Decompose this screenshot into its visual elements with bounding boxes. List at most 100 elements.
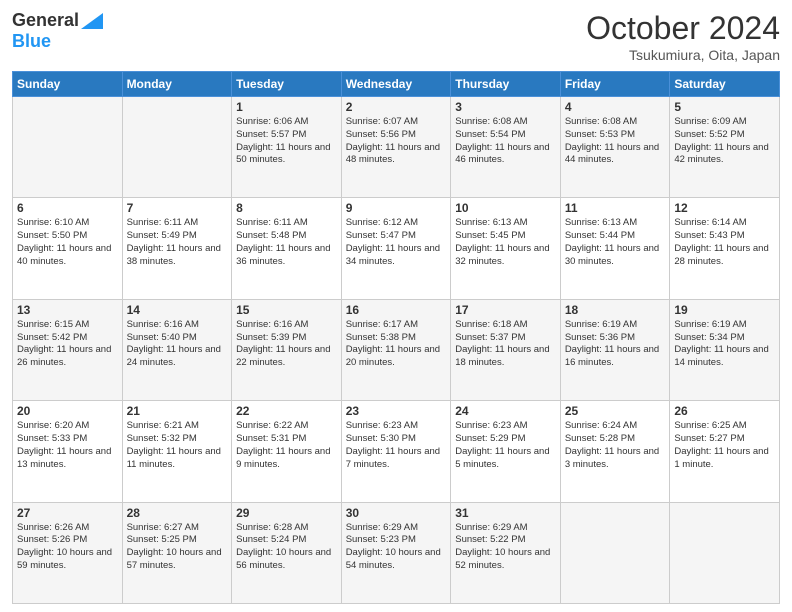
- week-row-3: 13Sunrise: 6:15 AM Sunset: 5:42 PM Dayli…: [13, 299, 780, 400]
- cell-info: Sunrise: 6:08 AM Sunset: 5:53 PM Dayligh…: [565, 116, 666, 167]
- month-title: October 2024: [586, 10, 780, 47]
- table-cell: 25 Sunrise: 6:24 AM Sunset: 5:28 PM Dayli…: [560, 401, 670, 502]
- day-number: 22: [236, 404, 337, 418]
- day-number: 17: [455, 303, 556, 317]
- logo-blue: Blue: [12, 31, 51, 51]
- cell-info: Sunrise: 6:26 AM Sunset: 5:26 PM Dayligh…: [17, 522, 118, 573]
- day-number: 24: [455, 404, 556, 418]
- cell-info: Sunrise: 6:23 AM Sunset: 5:30 PM Dayligh…: [346, 420, 447, 471]
- cell-info: Sunrise: 6:29 AM Sunset: 5:23 PM Dayligh…: [346, 522, 447, 573]
- cell-info: Sunrise: 6:29 AM Sunset: 5:22 PM Dayligh…: [455, 522, 556, 573]
- col-monday: Monday: [122, 72, 232, 97]
- table-cell: 5 Sunrise: 6:09 AM Sunset: 5:52 PM Daylig…: [670, 97, 780, 198]
- table-cell: 7 Sunrise: 6:11 AM Sunset: 5:49 PM Daylig…: [122, 198, 232, 299]
- cell-info: Sunrise: 6:20 AM Sunset: 5:33 PM Dayligh…: [17, 420, 118, 471]
- table-cell: [13, 97, 123, 198]
- week-row-2: 6Sunrise: 6:10 AM Sunset: 5:50 PM Daylig…: [13, 198, 780, 299]
- logo-general: General: [12, 10, 79, 31]
- table-cell: 11 Sunrise: 6:13 AM Sunset: 5:44 PM Dayli…: [560, 198, 670, 299]
- day-number: 8: [236, 201, 337, 215]
- table-cell: 6Sunrise: 6:10 AM Sunset: 5:50 PM Daylig…: [13, 198, 123, 299]
- table-cell: [560, 502, 670, 603]
- cell-info: Sunrise: 6:13 AM Sunset: 5:44 PM Dayligh…: [565, 217, 666, 268]
- table-cell: 15 Sunrise: 6:16 AM Sunset: 5:39 PM Dayli…: [232, 299, 342, 400]
- day-number: 21: [127, 404, 228, 418]
- day-number: 18: [565, 303, 666, 317]
- cell-info: Sunrise: 6:19 AM Sunset: 5:36 PM Dayligh…: [565, 319, 666, 370]
- cell-info: Sunrise: 6:24 AM Sunset: 5:28 PM Dayligh…: [565, 420, 666, 471]
- table-cell: 17 Sunrise: 6:18 AM Sunset: 5:37 PM Dayli…: [451, 299, 561, 400]
- cell-info: Sunrise: 6:09 AM Sunset: 5:52 PM Dayligh…: [674, 116, 775, 167]
- day-number: 12: [674, 201, 775, 215]
- day-number: 5: [674, 100, 775, 114]
- day-number: 1: [236, 100, 337, 114]
- table-cell: 12 Sunrise: 6:14 AM Sunset: 5:43 PM Dayli…: [670, 198, 780, 299]
- cell-info: Sunrise: 6:11 AM Sunset: 5:49 PM Dayligh…: [127, 217, 228, 268]
- table-cell: 2 Sunrise: 6:07 AM Sunset: 5:56 PM Daylig…: [341, 97, 451, 198]
- week-row-4: 20 Sunrise: 6:20 AM Sunset: 5:33 PM Dayli…: [13, 401, 780, 502]
- day-number: 20: [17, 404, 118, 418]
- cell-info: Sunrise: 6:15 AM Sunset: 5:42 PM Dayligh…: [17, 319, 118, 370]
- day-number: 25: [565, 404, 666, 418]
- cell-info: Sunrise: 6:08 AM Sunset: 5:54 PM Dayligh…: [455, 116, 556, 167]
- day-number: 23: [346, 404, 447, 418]
- day-number: 26: [674, 404, 775, 418]
- col-saturday: Saturday: [670, 72, 780, 97]
- cell-info: Sunrise: 6:16 AM Sunset: 5:40 PM Dayligh…: [127, 319, 228, 370]
- cell-info: Sunrise: 6:06 AM Sunset: 5:57 PM Dayligh…: [236, 116, 337, 167]
- cell-info: Sunrise: 6:14 AM Sunset: 5:43 PM Dayligh…: [674, 217, 775, 268]
- table-cell: 10Sunrise: 6:13 AM Sunset: 5:45 PM Dayli…: [451, 198, 561, 299]
- table-cell: [670, 502, 780, 603]
- cell-info: Sunrise: 6:11 AM Sunset: 5:48 PM Dayligh…: [236, 217, 337, 268]
- table-cell: 9Sunrise: 6:12 AM Sunset: 5:47 PM Daylig…: [341, 198, 451, 299]
- col-friday: Friday: [560, 72, 670, 97]
- logo-line2: Blue: [12, 31, 51, 52]
- table-cell: 29Sunrise: 6:28 AM Sunset: 5:24 PM Dayli…: [232, 502, 342, 603]
- day-number: 2: [346, 100, 447, 114]
- col-wednesday: Wednesday: [341, 72, 451, 97]
- day-number: 31: [455, 506, 556, 520]
- cell-info: Sunrise: 6:18 AM Sunset: 5:37 PM Dayligh…: [455, 319, 556, 370]
- cell-info: Sunrise: 6:28 AM Sunset: 5:24 PM Dayligh…: [236, 522, 337, 573]
- cell-info: Sunrise: 6:19 AM Sunset: 5:34 PM Dayligh…: [674, 319, 775, 370]
- logo-line1: General: [12, 10, 103, 31]
- logo: General Blue: [12, 10, 103, 52]
- table-cell: 28 Sunrise: 6:27 AM Sunset: 5:25 PM Dayli…: [122, 502, 232, 603]
- day-number: 14: [127, 303, 228, 317]
- day-number: 3: [455, 100, 556, 114]
- day-number: 27: [17, 506, 118, 520]
- col-thursday: Thursday: [451, 72, 561, 97]
- page-container: General Blue October 2024 Tsukumiura, Oi…: [0, 0, 792, 612]
- location: Tsukumiura, Oita, Japan: [586, 47, 780, 63]
- cell-info: Sunrise: 6:07 AM Sunset: 5:56 PM Dayligh…: [346, 116, 447, 167]
- cell-info: Sunrise: 6:21 AM Sunset: 5:32 PM Dayligh…: [127, 420, 228, 471]
- table-cell: 18 Sunrise: 6:19 AM Sunset: 5:36 PM Dayli…: [560, 299, 670, 400]
- cell-info: Sunrise: 6:13 AM Sunset: 5:45 PM Dayligh…: [455, 217, 556, 268]
- table-cell: [122, 97, 232, 198]
- title-block: October 2024 Tsukumiura, Oita, Japan: [586, 10, 780, 63]
- day-number: 6: [17, 201, 118, 215]
- day-number: 11: [565, 201, 666, 215]
- col-tuesday: Tuesday: [232, 72, 342, 97]
- table-cell: 8 Sunrise: 6:11 AM Sunset: 5:48 PM Daylig…: [232, 198, 342, 299]
- day-number: 16: [346, 303, 447, 317]
- table-cell: 26Sunrise: 6:25 AM Sunset: 5:27 PM Dayli…: [670, 401, 780, 502]
- logo-icon: [81, 13, 103, 29]
- day-number: 15: [236, 303, 337, 317]
- table-cell: 20 Sunrise: 6:20 AM Sunset: 5:33 PM Dayli…: [13, 401, 123, 502]
- table-cell: 27 Sunrise: 6:26 AM Sunset: 5:26 PM Dayli…: [13, 502, 123, 603]
- cell-info: Sunrise: 6:17 AM Sunset: 5:38 PM Dayligh…: [346, 319, 447, 370]
- table-cell: 30Sunrise: 6:29 AM Sunset: 5:23 PM Dayli…: [341, 502, 451, 603]
- day-number: 7: [127, 201, 228, 215]
- table-cell: 16 Sunrise: 6:17 AM Sunset: 5:38 PM Dayli…: [341, 299, 451, 400]
- day-number: 19: [674, 303, 775, 317]
- cell-info: Sunrise: 6:27 AM Sunset: 5:25 PM Dayligh…: [127, 522, 228, 573]
- table-cell: 14 Sunrise: 6:16 AM Sunset: 5:40 PM Dayli…: [122, 299, 232, 400]
- cell-info: Sunrise: 6:16 AM Sunset: 5:39 PM Dayligh…: [236, 319, 337, 370]
- table-cell: 19 Sunrise: 6:19 AM Sunset: 5:34 PM Dayli…: [670, 299, 780, 400]
- week-row-5: 27 Sunrise: 6:26 AM Sunset: 5:26 PM Dayli…: [13, 502, 780, 603]
- day-number: 28: [127, 506, 228, 520]
- table-cell: 1 Sunrise: 6:06 AM Sunset: 5:57 PM Daylig…: [232, 97, 342, 198]
- table-cell: 31 Sunrise: 6:29 AM Sunset: 5:22 PM Dayli…: [451, 502, 561, 603]
- week-row-1: 1 Sunrise: 6:06 AM Sunset: 5:57 PM Daylig…: [13, 97, 780, 198]
